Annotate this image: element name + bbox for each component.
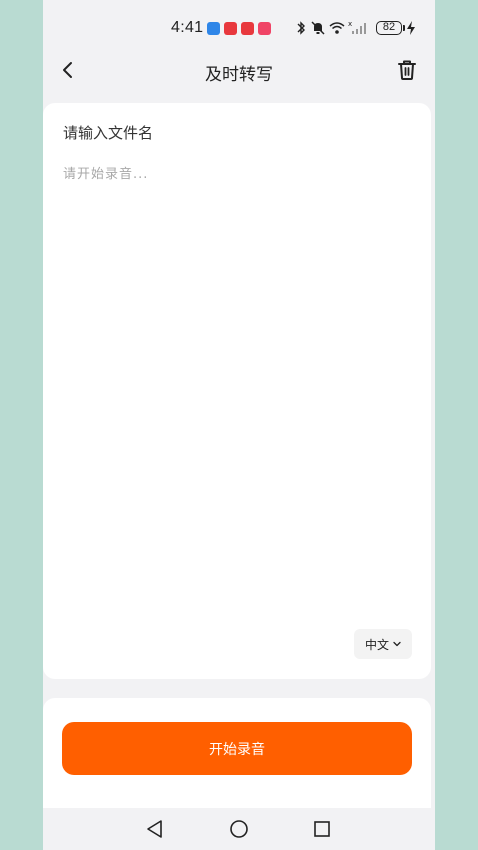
status-bar: 4:41 x 82 <box>43 0 435 58</box>
pink-app-icon <box>258 22 271 35</box>
page-title: 及时转写 <box>205 65 273 85</box>
charging-icon <box>407 21 415 35</box>
filename-input[interactable] <box>63 124 403 142</box>
home-circle-icon[interactable] <box>228 818 250 840</box>
phone-screen: 4:41 x 82 及时转写 请输入文件名 请开始录音... 中文 开始录音 <box>43 0 435 850</box>
battery-tip <box>403 25 405 31</box>
wifi-icon <box>329 22 345 34</box>
red-app-icon-2 <box>241 22 254 35</box>
recents-square-icon[interactable] <box>311 818 333 840</box>
back-triangle-icon[interactable] <box>144 818 166 840</box>
bluetooth-icon <box>297 21 305 35</box>
svg-text:x: x <box>348 20 352 28</box>
system-nav-bar <box>43 808 435 850</box>
battery-icon: 82 <box>376 21 402 35</box>
record-panel: 开始录音 <box>43 698 431 810</box>
start-recording-button[interactable]: 开始录音 <box>62 722 412 775</box>
nav-bar: 及时转写 <box>43 52 435 90</box>
transcript-textarea[interactable] <box>63 163 403 623</box>
signal-icon: x <box>348 20 366 34</box>
trash-icon[interactable] <box>397 59 417 81</box>
mute-icon <box>311 21 325 35</box>
language-label: 中文 <box>364 637 389 652</box>
language-select[interactable]: 中文 <box>354 629 412 659</box>
editor-card: 中文 <box>43 103 431 679</box>
status-time: 4:41 <box>171 19 204 36</box>
red-app-icon <box>224 22 237 35</box>
blue-app-icon <box>207 22 220 35</box>
chevron-down-icon <box>393 641 401 647</box>
